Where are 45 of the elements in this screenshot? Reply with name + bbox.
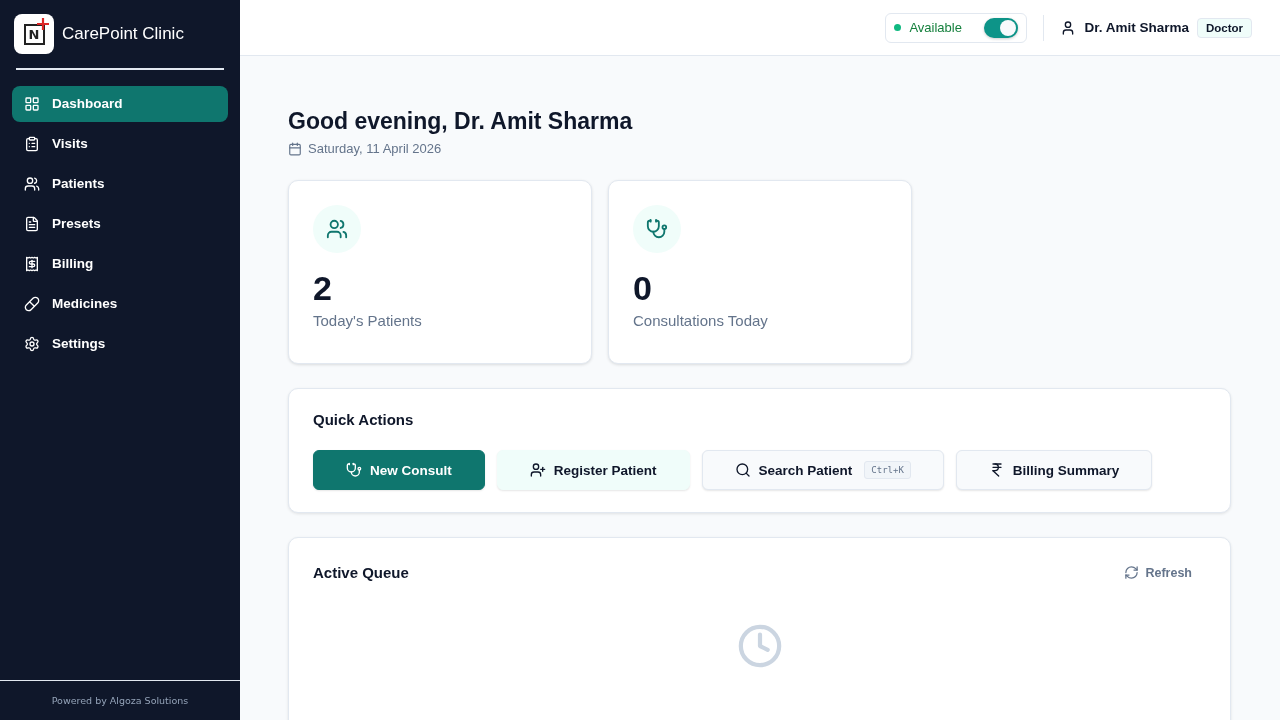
sidebar-item[interactable]: Billing (12, 245, 228, 282)
greeting-title: Good evening, Dr. Amit Sharma (288, 108, 634, 135)
sidebar-item[interactable]: Dashboard (12, 85, 228, 122)
nav-icon (24, 295, 40, 312)
role-badge: Doctor (1196, 17, 1252, 38)
action-button[interactable]: Register Patient (496, 450, 690, 490)
sidebar-item[interactable]: Presets (12, 205, 228, 242)
button-icon (734, 462, 751, 478)
user-name: Dr. Amit Sharma (1084, 20, 1189, 35)
stat-icon (633, 205, 681, 253)
nav-icon (24, 135, 40, 152)
action-button[interactable]: Search Patient Ctrl+K (701, 450, 944, 490)
availability-label: Available (909, 20, 963, 35)
powered-by-text: Powered by Algoza Solutions (51, 695, 189, 706)
nav-icon (24, 215, 40, 232)
sidebar-item[interactable]: Patients (12, 165, 228, 202)
logo-letter: N (23, 23, 45, 45)
shortcut-hint: Ctrl+K (864, 461, 911, 479)
stat-label: Consultations Today (633, 312, 769, 329)
stat-value: 2 (313, 269, 333, 308)
stat-label: Today's Patients (313, 312, 423, 329)
date-text: Saturday, 11 April 2026 (308, 141, 442, 156)
stat-icon (313, 205, 361, 253)
calendar-icon (288, 141, 302, 156)
sidebar-item[interactable]: Medicines (12, 285, 228, 322)
status-dot (894, 24, 902, 31)
plus-icon (37, 18, 49, 30)
sidebar-item[interactable]: Settings (12, 325, 228, 362)
button-icon (346, 462, 362, 478)
availability-toggle[interactable] (984, 17, 1019, 38)
action-button[interactable]: New Consult (313, 450, 485, 490)
card-title: Quick Actions (313, 411, 415, 428)
sidebar-item[interactable]: Visits (12, 125, 228, 162)
refresh-button[interactable]: Refresh (1118, 564, 1198, 581)
clinic-name: CarePoint Clinic (62, 24, 184, 44)
button-icon (529, 462, 546, 478)
nav-icon (24, 175, 40, 192)
nav-icon (24, 95, 40, 112)
card-title: Active Queue (313, 564, 409, 581)
action-button[interactable]: Billing Summary (955, 450, 1153, 490)
stat-value: 0 (633, 269, 653, 308)
clock-icon (736, 623, 783, 669)
nav-icon (24, 335, 40, 352)
nav-icon (24, 255, 40, 272)
refresh-icon (1124, 565, 1140, 580)
